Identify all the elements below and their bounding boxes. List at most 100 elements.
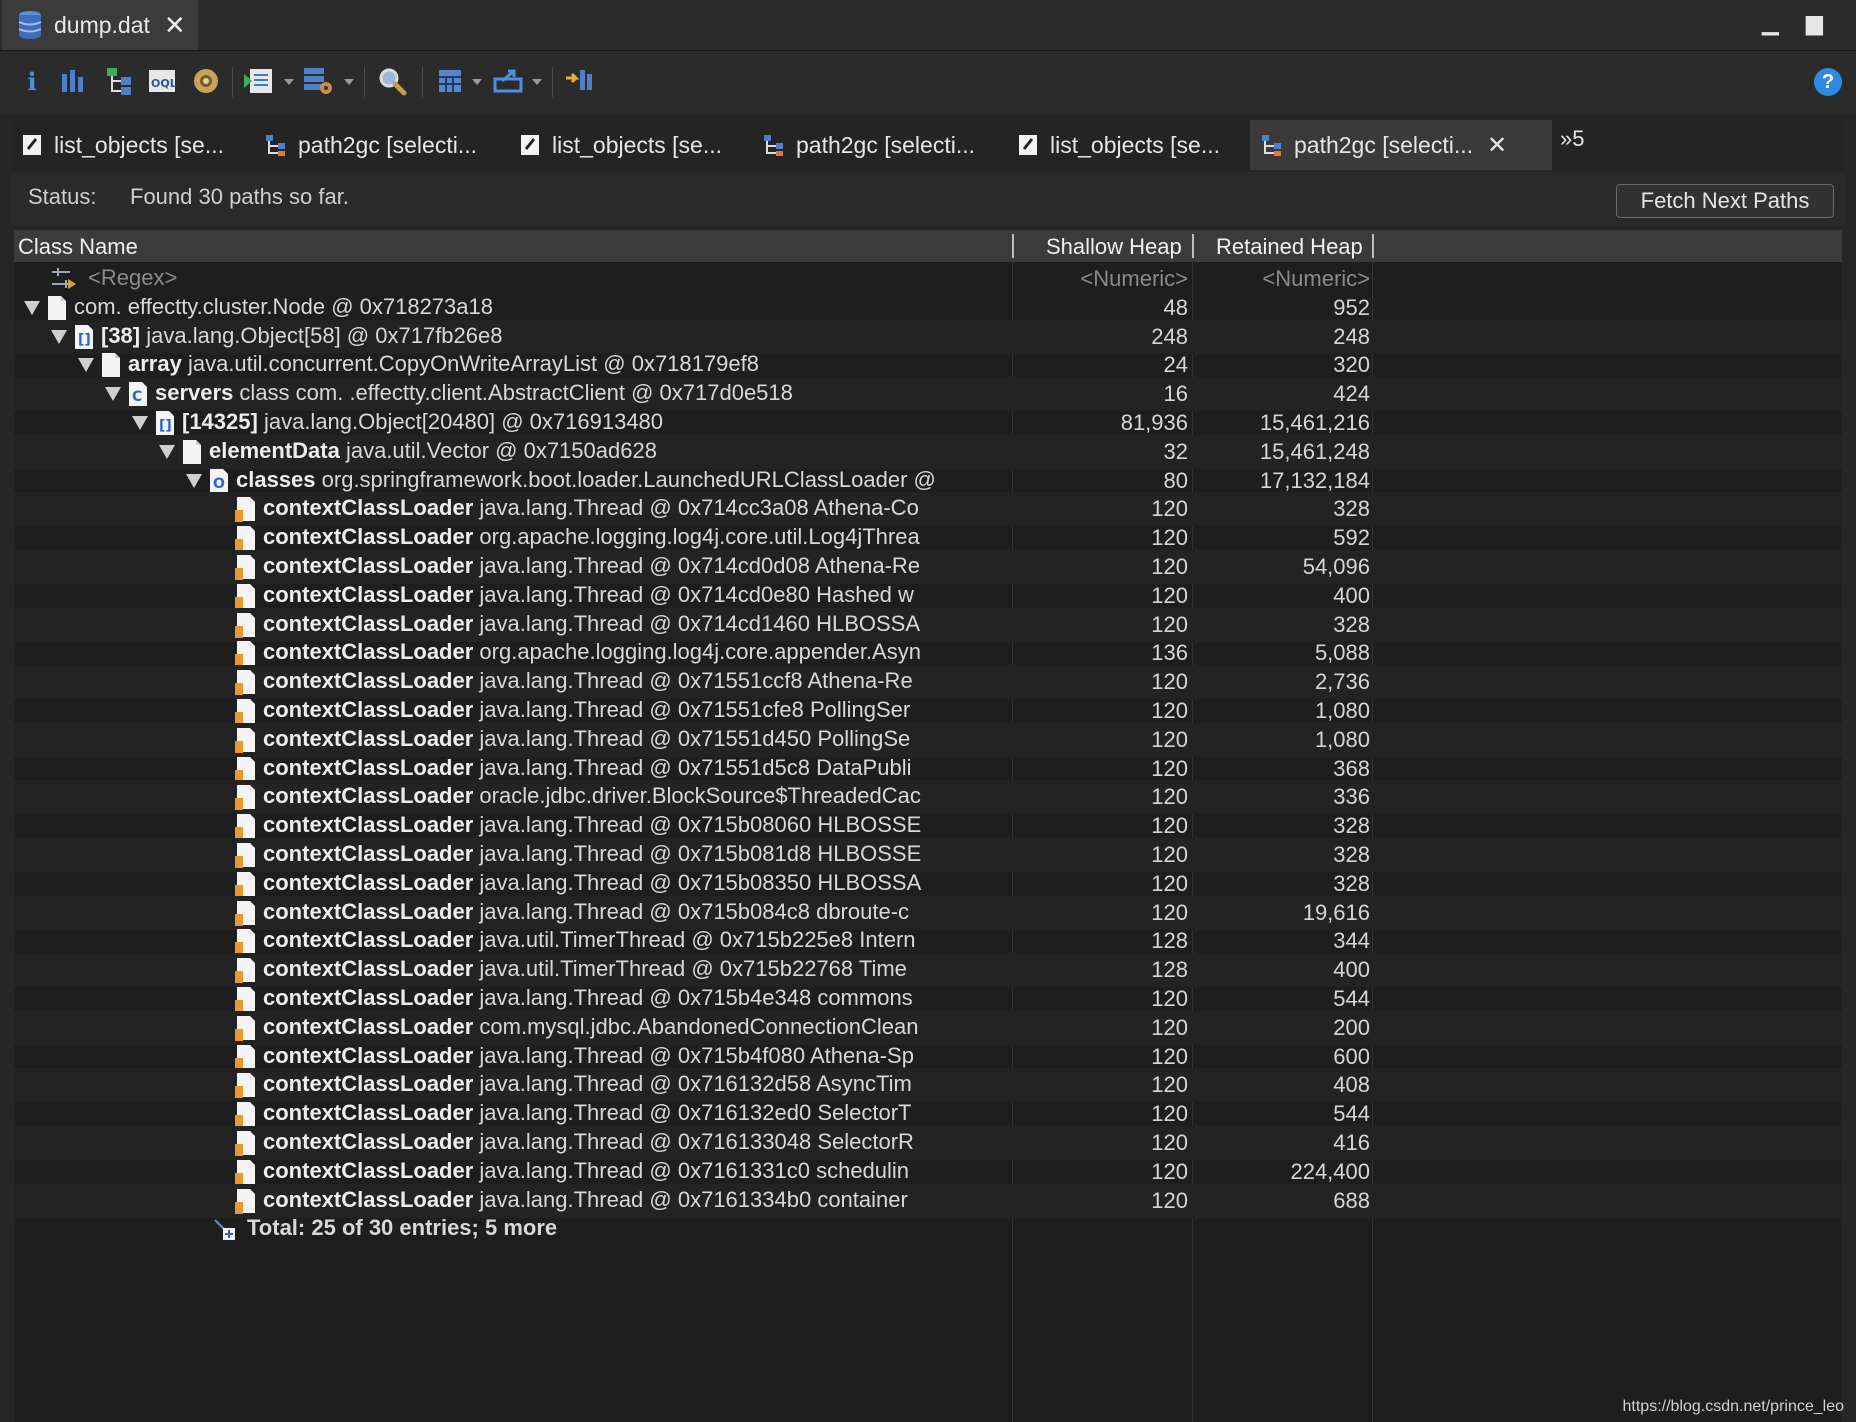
export-icon[interactable] [492, 65, 524, 97]
object-description: java.lang.Thread @ 0x715b08060 HLBOSSE [473, 812, 922, 838]
run-report-icon[interactable] [244, 65, 276, 97]
gc-root-icon [235, 698, 257, 724]
retained-heap-cell: 54,096 [1302, 554, 1370, 579]
object-description: java.lang.Thread @ 0x71551ccf8 Athena-Re [473, 668, 913, 694]
chevron-down-icon[interactable] [344, 79, 354, 85]
chevron-down-icon[interactable] [472, 79, 482, 85]
close-icon[interactable]: ✕ [164, 10, 186, 41]
field-name: contextClassLoader [263, 1129, 474, 1154]
shallow-heap-cell: 136 [1151, 640, 1188, 666]
field-name: contextClassLoader [263, 524, 474, 550]
regex-filter[interactable]: <Regex> [88, 265, 177, 291]
gc-root-icon [235, 871, 257, 897]
shallow-heap-cell: 120 [1151, 813, 1188, 839]
field-name: servers [155, 380, 234, 406]
retained-heap-cell: 1,080 [1314, 698, 1370, 723]
gc-root-icon [235, 1072, 257, 1099]
query-browser-icon[interactable] [302, 65, 334, 97]
heap-dump-overview-icon[interactable] [190, 65, 222, 97]
expand-triangle-icon[interactable] [132, 416, 148, 430]
expand-triangle-icon[interactable] [24, 300, 40, 315]
total-row[interactable]: Total: 25 of 30 entries; 5 more [14, 1212, 1842, 1246]
field-name: contextClassLoader [263, 553, 474, 578]
expand-triangle-icon[interactable] [105, 387, 121, 402]
close-icon[interactable]: ✕ [1487, 131, 1507, 160]
histogram-icon[interactable] [58, 65, 90, 97]
minimize-icon[interactable]: ▁ [1762, 10, 1779, 36]
numeric-filter-shallow[interactable]: <Numeric> [1014, 266, 1188, 292]
shallow-heap-cell: 120 [1151, 1187, 1188, 1213]
column-header-shallow-heap[interactable]: Shallow Heap [1046, 234, 1182, 260]
field-name: contextClassLoader [263, 581, 474, 607]
calculate-retained-icon[interactable] [434, 65, 466, 97]
numeric-filter-retained[interactable]: <Numeric> [1196, 266, 1370, 292]
retained-heap-cell: 328 [1333, 813, 1370, 839]
column-divider[interactable] [1192, 234, 1194, 258]
expand-triangle-icon[interactable] [78, 358, 94, 373]
chevron-down-icon[interactable] [532, 79, 542, 85]
editor-tab-dump[interactable]: dump.dat ✕ [2, 0, 198, 50]
heap-dump-icon [18, 11, 42, 39]
expand-more-icon[interactable] [213, 1216, 235, 1242]
tab-list-objects-2[interactable]: list_objects [se... [508, 120, 744, 170]
field-name: contextClassLoader [263, 668, 474, 694]
retained-heap-cell: 224,400 [1290, 1158, 1370, 1184]
object-description: java.lang.Object[58] @ 0x717fb26e8 [140, 322, 503, 348]
shallow-heap-cell: 120 [1151, 554, 1188, 579]
help-icon[interactable]: ? [1814, 68, 1842, 96]
field-name: contextClassLoader [263, 610, 474, 636]
field-name: contextClassLoader [263, 927, 474, 953]
tab-path2gc-1[interactable]: path2gc [selecti... [254, 120, 504, 170]
class-name-text: contextClassLoader java.util.TimerThread… [263, 956, 907, 982]
column-divider[interactable] [1012, 234, 1014, 258]
retained-heap-cell: 400 [1333, 582, 1370, 608]
oql-icon[interactable]: OQL [146, 65, 178, 97]
tab-list-objects-3[interactable]: list_objects [se... [1006, 120, 1242, 170]
field-name: contextClassLoader [263, 1157, 474, 1183]
group-result-icon[interactable] [564, 65, 596, 97]
expand-triangle-icon[interactable] [186, 473, 202, 488]
object-icon [181, 439, 203, 465]
tab-path2gc-2[interactable]: path2gc [selecti... [752, 120, 1002, 170]
gc-root-icon [235, 1015, 257, 1041]
path2gc-icon [266, 135, 285, 156]
fetch-next-paths-button[interactable]: Fetch Next Paths [1616, 184, 1834, 218]
object-description: java.lang.Thread @ 0x715b081d8 HLBOSSE [473, 841, 922, 866]
total-entries-text[interactable]: Total: 25 of 30 entries; 5 more [247, 1215, 557, 1241]
object-description: java.lang.Thread @ 0x71551d450 PollingSe [473, 725, 911, 751]
retained-heap-cell: 200 [1333, 1014, 1370, 1040]
toolbar-separator [232, 67, 233, 97]
tab-path2gc-active[interactable]: path2gc [selecti... ✕ [1250, 120, 1552, 170]
class-name-text: contextClassLoader java.lang.Thread @ 0x… [263, 1158, 909, 1184]
column-header-retained-heap[interactable]: Retained Heap [1216, 234, 1363, 260]
shallow-heap-cell: 120 [1151, 611, 1188, 637]
dominator-tree-icon[interactable] [104, 65, 136, 97]
object-description: org.springframework.boot.loader.Launched… [315, 466, 936, 492]
class-name-text: classes org.springframework.boot.loader.… [236, 467, 936, 493]
array-icon: [] [154, 410, 176, 436]
expand-triangle-icon[interactable] [51, 329, 67, 344]
column-header-class-name[interactable]: Class Name [18, 234, 138, 260]
tab-list-objects-1[interactable]: list_objects [se... [10, 120, 246, 170]
class-name-text: contextClassLoader java.lang.Thread @ 0x… [263, 1129, 914, 1155]
shallow-heap-cell: 120 [1151, 1158, 1188, 1184]
column-divider[interactable] [1372, 234, 1374, 258]
more-tabs-button[interactable]: »5 [1560, 126, 1584, 152]
retained-heap-cell: 320 [1333, 352, 1370, 378]
maximize-icon[interactable]: ▆ [1806, 10, 1823, 36]
svg-text:[]: [] [159, 418, 172, 434]
gc-root-icon [235, 496, 257, 523]
expand-triangle-icon[interactable] [159, 444, 175, 459]
list-objects-icon [23, 135, 41, 155]
object-description: class com. .effectty.client.AbstractClie… [233, 380, 793, 406]
object-description: java.lang.Thread @ 0x715b08350 HLBOSSA [473, 869, 922, 895]
shallow-heap-cell: 24 [1163, 352, 1188, 378]
search-icon[interactable] [376, 65, 408, 97]
editor-tab-title: dump.dat [54, 11, 150, 38]
gc-root-icon [235, 554, 257, 580]
chevron-down-icon[interactable] [284, 79, 294, 85]
toolbar-separator [364, 67, 365, 97]
info-icon[interactable]: i [16, 65, 48, 97]
gc-root-icon [235, 813, 257, 840]
table-header: Class Name Shallow Heap Retained Heap [14, 230, 1842, 262]
